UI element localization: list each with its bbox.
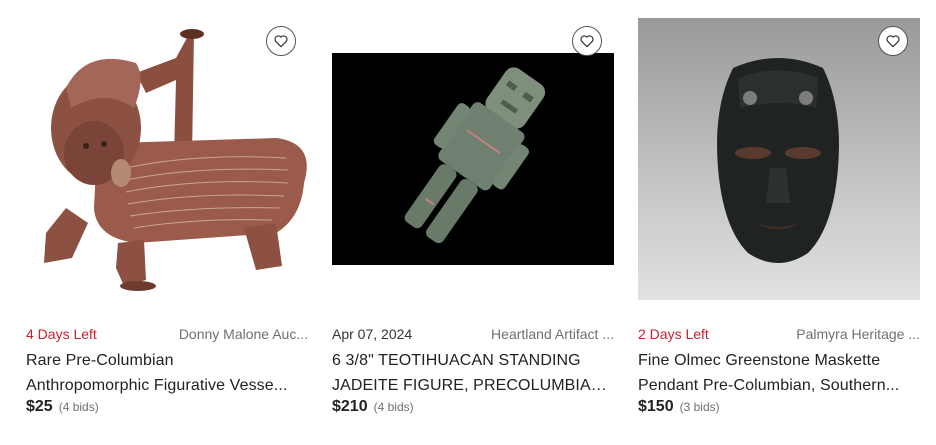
current-price: $150 (638, 398, 674, 415)
lot-card[interactable]: 2 Days Left Palmyra Heritage ... Fine Ol… (638, 18, 920, 438)
lot-title-line: Pendant Pre-Columbian, Southern... (638, 376, 900, 394)
maskette-image (638, 18, 920, 300)
lot-card[interactable]: Apr 07, 2024 Heartland Artifact ... 6 3/… (332, 18, 614, 438)
auction-house-link[interactable]: Donny Malone Auc... (179, 325, 308, 343)
time-left: 4 Days Left (26, 326, 97, 342)
lot-title-link[interactable]: Rare Pre-Columbian Anthropomorphic Figur… (26, 349, 308, 398)
auction-date: Apr 07, 2024 (332, 326, 413, 342)
vessel-image (26, 18, 308, 300)
lot-title-line: Rare Pre-Columbian (26, 352, 174, 369)
lot-meta: 4 Days Left Donny Malone Auc... (26, 325, 308, 343)
lot-card[interactable]: 4 Days Left Donny Malone Auc... Rare Pre… (26, 18, 308, 438)
price-row: $25 (4 bids) (26, 398, 99, 416)
favorite-button[interactable] (878, 26, 908, 56)
lot-title-line: Fine Olmec Greenstone Maskette (638, 352, 881, 369)
lot-title-line: 6 3/8" TEOTIHUACAN STANDING (332, 352, 581, 369)
time-left: 2 Days Left (638, 326, 709, 342)
current-price: $210 (332, 398, 368, 415)
bid-count: (3 bids) (679, 400, 720, 414)
lot-title-line: Anthropomorphic Figurative Vesse... (26, 376, 288, 394)
current-price: $25 (26, 398, 53, 415)
price-row: $150 (3 bids) (638, 398, 720, 416)
lot-image[interactable] (638, 18, 920, 300)
heart-outline-icon (274, 35, 288, 48)
lot-title-line: JADEITE FIGURE, PRECOLUMBIAN... (332, 376, 614, 394)
auction-house-link[interactable]: Palmyra Heritage ... (796, 325, 920, 343)
heart-outline-icon (886, 35, 900, 48)
bid-count: (4 bids) (58, 400, 99, 414)
auction-house-link[interactable]: Heartland Artifact ... (491, 325, 614, 343)
bid-count: (4 bids) (373, 400, 414, 414)
heart-outline-icon (580, 35, 594, 48)
lot-image[interactable] (26, 18, 308, 300)
jadeite-figure-image (332, 18, 614, 300)
lot-title-link[interactable]: 6 3/8" TEOTIHUACAN STANDING JADEITE FIGU… (332, 349, 614, 398)
favorite-button[interactable] (266, 26, 296, 56)
favorite-button[interactable] (572, 26, 602, 56)
lot-meta: Apr 07, 2024 Heartland Artifact ... (332, 325, 614, 343)
lot-image[interactable] (332, 18, 614, 300)
lot-meta: 2 Days Left Palmyra Heritage ... (638, 325, 920, 343)
lot-title-link[interactable]: Fine Olmec Greenstone Maskette Pendant P… (638, 349, 920, 398)
price-row: $210 (4 bids) (332, 398, 414, 416)
